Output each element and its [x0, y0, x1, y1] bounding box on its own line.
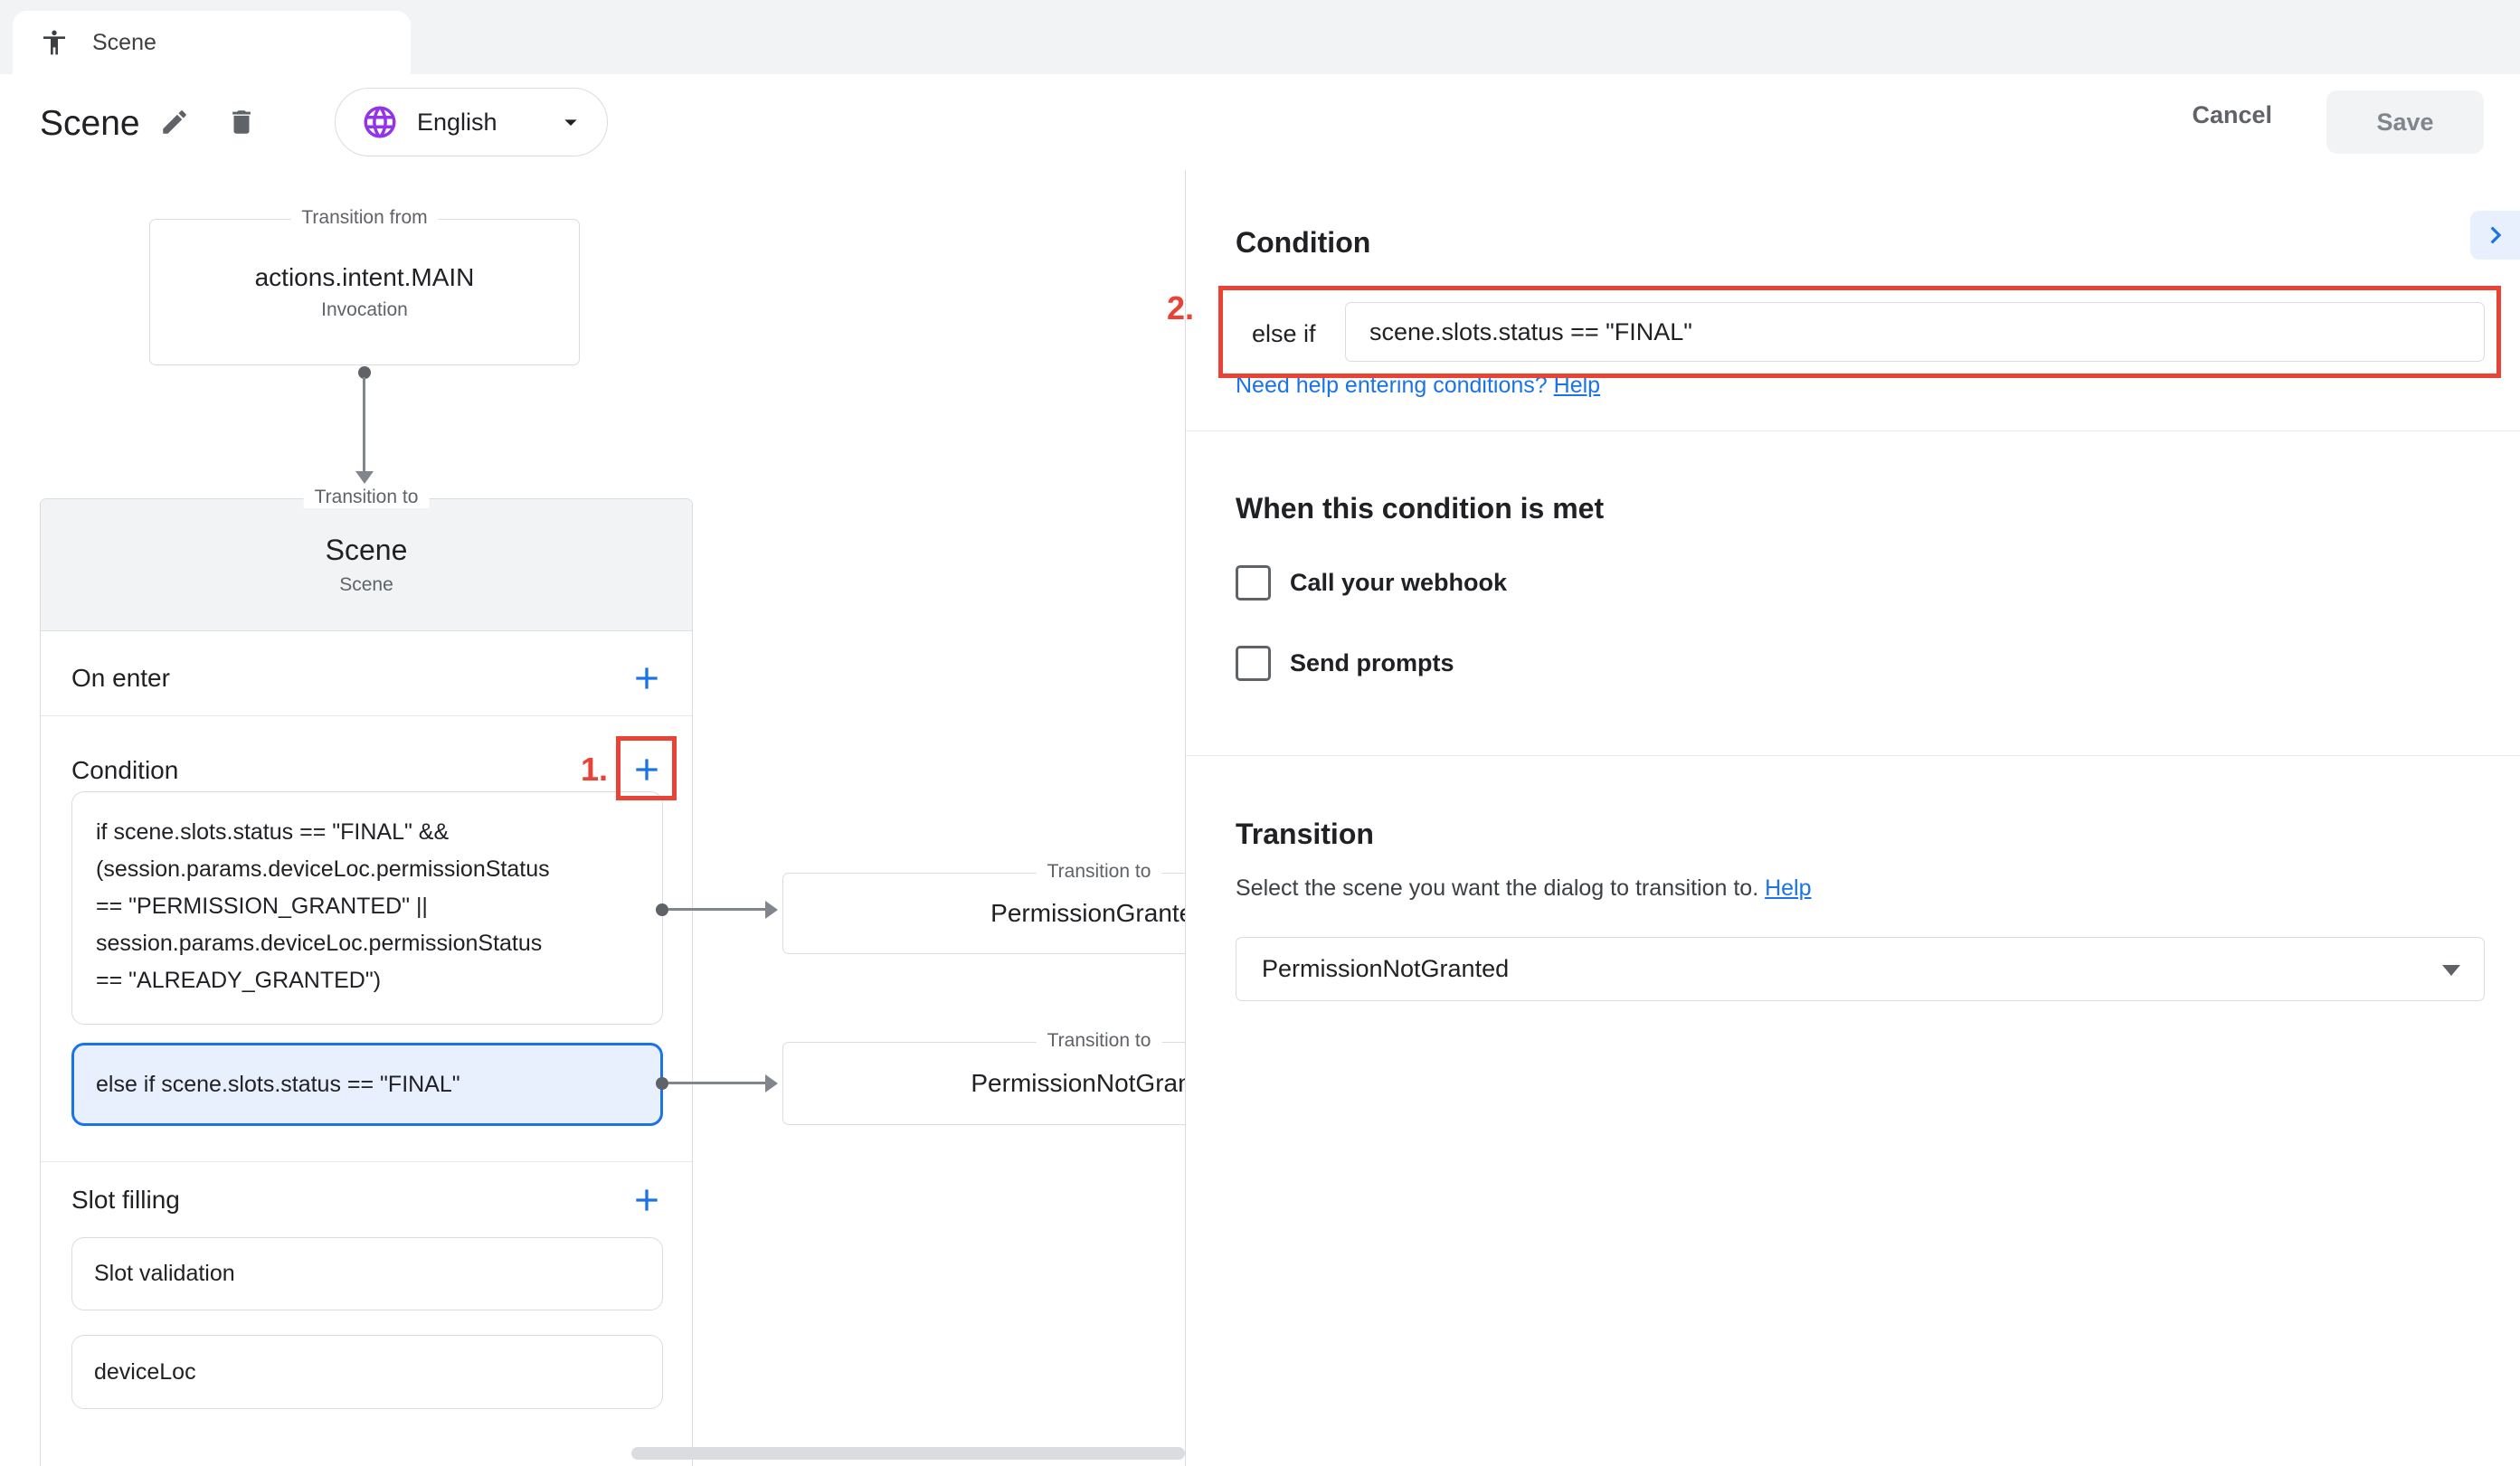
plus-icon [629, 686, 665, 699]
condition-item-2-selected[interactable]: else if scene.slots.status == "FINAL" [71, 1043, 663, 1126]
when-condition-heading: When this condition is met [1236, 492, 1604, 525]
add-condition-button[interactable] [629, 752, 665, 788]
delete-scene-button[interactable] [226, 107, 257, 137]
transition-to-legend: Transition to [1037, 861, 1162, 883]
transition-help-line: Select the scene you want the dialog to … [1236, 875, 1812, 902]
language-selector[interactable]: English [335, 88, 608, 156]
transition-help-link[interactable]: Help [1765, 875, 1811, 901]
save-button[interactable]: Save [2326, 90, 2484, 154]
connector-dot [656, 1077, 668, 1090]
condition-detail-panel: Condition else if Need help entering con… [1185, 170, 2520, 1466]
slot-filling-label: Slot filling [71, 1186, 180, 1215]
transition-heading: Transition [1236, 818, 1374, 851]
plus-icon [629, 1207, 665, 1221]
transition-to-legend: Transition to [1037, 1030, 1162, 1052]
arrow-right-icon [765, 1074, 778, 1092]
transition-scene-select[interactable]: PermissionNotGranted [1236, 937, 2485, 1001]
connector-dot [656, 903, 668, 916]
webhook-checkbox-row: Call your webhook [1236, 565, 1507, 601]
pencil-icon [159, 127, 190, 140]
panel-condition-heading: Condition [1236, 226, 1370, 260]
condition-item-1[interactable]: if scene.slots.status == "FINAL" && (ses… [71, 791, 663, 1025]
connector-line [668, 1082, 765, 1084]
caret-down-icon [2442, 965, 2460, 976]
transition-target-permissiongranted[interactable]: Transition to PermissionGranted [782, 873, 1185, 954]
scene-editor-page: Scene Scene English Cancel Save [0, 0, 2520, 1466]
target-scene-name: PermissionNotGranted [971, 1069, 1185, 1098]
header: Scene English Cancel Save [0, 74, 2520, 170]
language-label: English [417, 109, 497, 137]
on-enter-label: On enter [71, 664, 170, 693]
transition-to-legend: Transition to [304, 487, 430, 508]
arrow-right-icon [765, 901, 778, 919]
scene-node-card[interactable]: Transition to Scene Scene On enter Condi… [40, 498, 693, 1466]
transition-help-text: Select the scene you want the dialog to … [1236, 875, 1758, 901]
condition-help-link[interactable]: Help [1554, 373, 1600, 398]
caret-down-icon [556, 108, 585, 137]
target-scene-name: PermissionGranted [990, 899, 1185, 928]
condition-section-label: Condition [71, 756, 178, 785]
else-if-label: else if [1252, 320, 1316, 348]
panel-divider [1186, 755, 2520, 756]
globe-icon [361, 103, 399, 141]
slot-filling-section: Slot filling [41, 1161, 692, 1237]
send-prompts-checkbox[interactable] [1236, 646, 1271, 681]
intent-type: Invocation [321, 299, 408, 321]
selected-scene-value: PermissionNotGranted [1262, 955, 1509, 983]
tab-label: Scene [92, 30, 156, 56]
slot-validation-item[interactable]: Slot validation [71, 1237, 663, 1310]
transition-from-legend: Transition from [290, 207, 438, 229]
tab-bar: Scene [0, 0, 2520, 74]
scene-card-header: Scene Scene [41, 499, 692, 631]
edit-scene-button[interactable] [159, 107, 190, 137]
canvas-horizontal-scrollbar[interactable] [631, 1447, 1185, 1460]
call-webhook-label[interactable]: Call your webhook [1290, 569, 1507, 597]
prompts-checkbox-row: Send prompts [1236, 646, 1454, 681]
trash-icon [226, 127, 257, 140]
scene-person-icon [40, 28, 69, 57]
connector-line [668, 908, 765, 911]
condition-expression-input[interactable] [1345, 302, 2485, 362]
collapse-panel-button[interactable] [2470, 211, 2520, 260]
condition-help-text: Need help entering conditions? [1236, 373, 1548, 398]
on-enter-section: On enter [41, 640, 692, 716]
connector-line [363, 377, 365, 473]
add-slot-button[interactable] [629, 1182, 665, 1218]
scene-card-title: Scene [326, 534, 408, 567]
scene-card-subtitle: Scene [339, 574, 393, 596]
transition-from-node[interactable]: Transition from actions.intent.MAIN Invo… [149, 219, 580, 365]
add-on-enter-button[interactable] [629, 660, 665, 696]
chevron-right-icon [2478, 218, 2513, 252]
intent-name: actions.intent.MAIN [255, 263, 475, 292]
plus-icon [629, 777, 665, 790]
cancel-button[interactable]: Cancel [2192, 101, 2272, 129]
send-prompts-label[interactable]: Send prompts [1290, 649, 1454, 677]
scene-diagram-canvas: Transition from actions.intent.MAIN Invo… [0, 170, 1185, 1466]
call-webhook-checkbox[interactable] [1236, 565, 1271, 601]
panel-divider [1186, 430, 2520, 431]
tab-scene[interactable]: Scene [13, 11, 411, 74]
slot-deviceloc-item[interactable]: deviceLoc [71, 1335, 663, 1409]
transition-target-permissionnotgranted[interactable]: Transition to PermissionNotGranted [782, 1042, 1185, 1125]
arrow-down-icon [355, 471, 374, 484]
condition-help-line: Need help entering conditions? Help [1236, 373, 1600, 399]
page-title: Scene [40, 104, 140, 144]
